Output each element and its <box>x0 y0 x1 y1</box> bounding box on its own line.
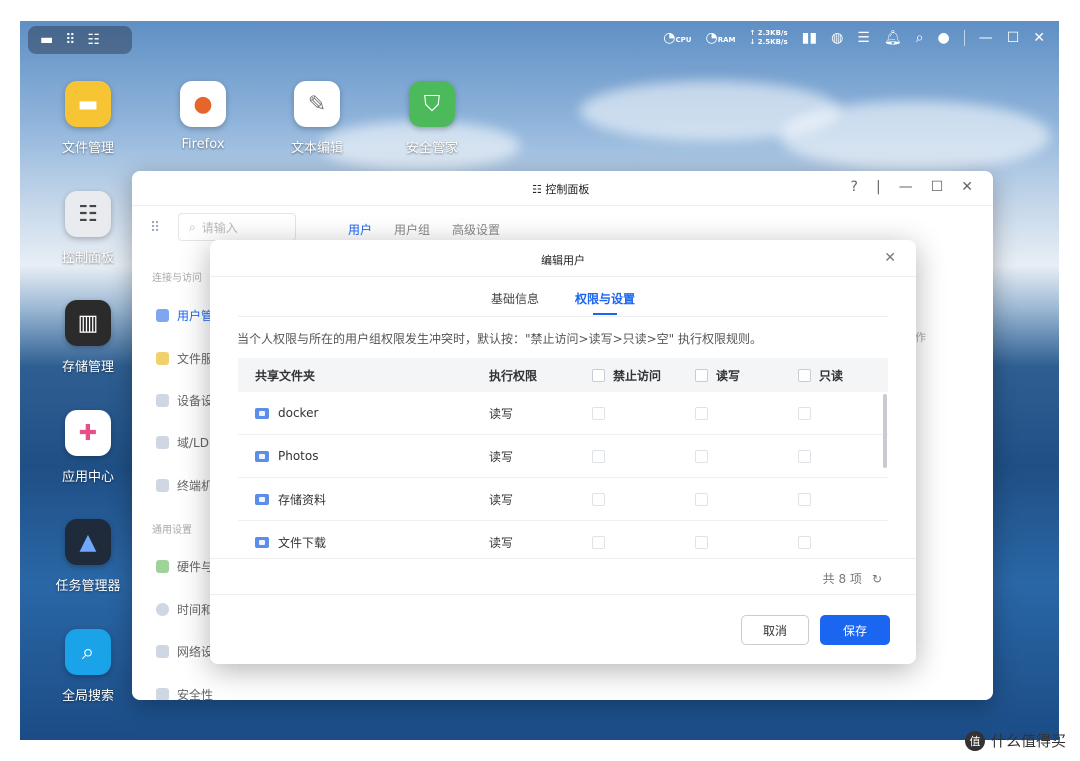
deny-checkbox[interactable] <box>592 406 605 420</box>
ro-checkbox[interactable] <box>798 449 811 463</box>
folder-name: docker <box>278 406 319 420</box>
table-row: 文件下载 读写 <box>238 521 888 563</box>
table-header: 共享文件夹 执行权限 禁止访问 读写 只读 <box>238 358 888 392</box>
cancel-button[interactable]: 取消 <box>741 615 809 645</box>
watermark: 值 什么值得买 <box>964 730 1066 751</box>
deny-checkbox[interactable] <box>592 449 605 463</box>
divider <box>210 276 916 277</box>
shared-folder-icon <box>255 493 269 505</box>
deny-checkbox[interactable] <box>592 492 605 506</box>
deny-checkbox[interactable] <box>592 535 605 549</box>
column-header-label: 读写 <box>716 368 741 383</box>
table-row: 存储资料 读写 <box>238 478 888 521</box>
permissions-table: 共享文件夹 执行权限 禁止访问 读写 只读 docker 读写 Photos 读… <box>238 358 888 563</box>
rw-all-checkbox[interactable] <box>695 368 708 382</box>
refresh-icon[interactable]: ↻ <box>872 572 882 586</box>
tab-permissions[interactable]: 权限与设置 <box>575 290 635 315</box>
table-row: docker 读写 <box>238 392 888 435</box>
effective-permission: 读写 <box>489 492 514 507</box>
ro-checkbox[interactable] <box>798 492 811 506</box>
shared-folder-icon <box>255 407 269 419</box>
shared-folder-icon <box>255 536 269 548</box>
rw-checkbox[interactable] <box>695 492 708 506</box>
ro-all-checkbox[interactable] <box>798 368 811 382</box>
edit-user-dialog: 编辑用户 ✕ 基础信息 权限与设置 当个人权限与所在的用户组权限发生冲突时，默认… <box>210 240 916 664</box>
permission-note: 当个人权限与所在的用户组权限发生冲突时，默认按："禁止访问>读写>只读>空" 执… <box>237 332 763 346</box>
tab-basic-info[interactable]: 基础信息 <box>491 290 539 315</box>
folder-name: 文件下载 <box>278 535 327 550</box>
divider <box>210 558 916 559</box>
effective-permission: 读写 <box>489 449 514 464</box>
column-header-label: 禁止访问 <box>613 368 662 383</box>
watermark-text: 什么值得买 <box>990 732 1066 750</box>
column-header-label: 只读 <box>819 368 844 383</box>
watermark-logo-icon: 值 <box>964 730 985 751</box>
effective-permission: 读写 <box>489 406 514 421</box>
ro-checkbox[interactable] <box>798 406 811 420</box>
column-header-ro: 只读 <box>781 367 884 384</box>
ro-checkbox[interactable] <box>798 535 811 549</box>
item-count: 共 8 项 ↻ <box>823 570 882 587</box>
dialog-title: 编辑用户 <box>541 254 585 267</box>
divider <box>210 594 916 595</box>
shared-folder-icon <box>255 450 269 462</box>
rw-checkbox[interactable] <box>695 406 708 420</box>
divider <box>238 316 888 317</box>
close-icon[interactable]: ✕ <box>884 250 896 266</box>
column-header-deny: 禁止访问 <box>575 367 678 384</box>
rw-checkbox[interactable] <box>695 535 708 549</box>
table-scrollbar[interactable] <box>883 394 887 468</box>
modal-overlay: 编辑用户 ✕ 基础信息 权限与设置 当个人权限与所在的用户组权限发生冲突时，默认… <box>0 0 1080 761</box>
effective-permission: 读写 <box>489 535 514 550</box>
table-row: Photos 读写 <box>238 435 888 478</box>
column-header-rw: 读写 <box>678 367 781 384</box>
dialog-tabs: 基础信息 权限与设置 <box>210 290 916 315</box>
column-header-effective: 执行权限 <box>489 368 538 383</box>
folder-name: Photos <box>278 449 319 463</box>
deny-all-checkbox[interactable] <box>592 368 605 382</box>
item-count-text: 共 8 项 <box>822 572 862 586</box>
save-button[interactable]: 保存 <box>820 615 890 645</box>
rw-checkbox[interactable] <box>695 449 708 463</box>
column-header-folder: 共享文件夹 <box>255 368 316 383</box>
folder-name: 存储资料 <box>278 492 327 507</box>
